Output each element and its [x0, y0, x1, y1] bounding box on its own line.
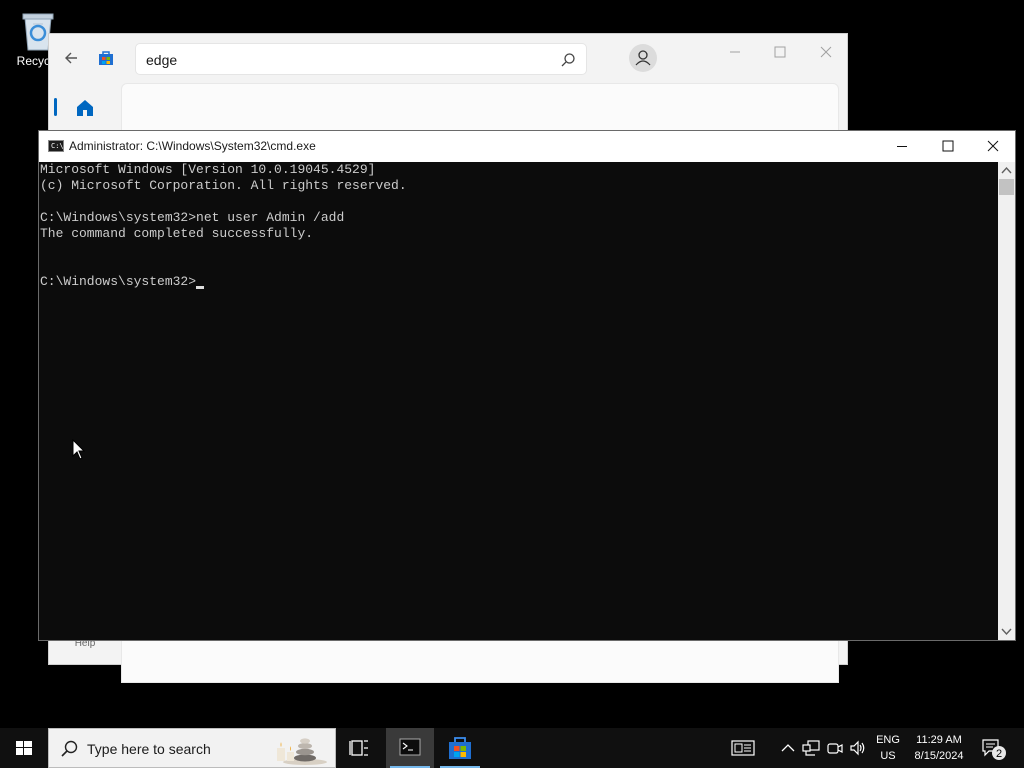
- store-minimize-button[interactable]: [725, 42, 745, 62]
- scrollbar-thumb[interactable]: [999, 179, 1014, 195]
- search-icon: [59, 739, 79, 759]
- scroll-down-arrow-icon[interactable]: [998, 623, 1015, 640]
- taskbar-cmd-button[interactable]: [386, 728, 434, 768]
- clock-date: 8/15/2024: [914, 750, 964, 762]
- cmd-scrollbar[interactable]: [998, 162, 1015, 640]
- news-widget-icon[interactable]: [731, 738, 755, 758]
- taskbar-store-button[interactable]: [436, 728, 484, 768]
- console-prompt-line[interactable]: C:\Windows\system32>: [40, 274, 999, 290]
- language-label: ENG: [876, 734, 900, 746]
- search-highlight-image: [261, 732, 331, 766]
- store-search-input[interactable]: [146, 50, 546, 70]
- mouse-pointer-icon: [72, 438, 86, 461]
- console-line: Microsoft Windows [Version 10.0.19045.45…: [40, 162, 376, 177]
- console-line: (c) Microsoft Corporation. All rights re…: [40, 178, 407, 193]
- clock-time: 11:29 AM: [916, 734, 962, 746]
- action-center-button[interactable]: 2: [978, 736, 1010, 762]
- store-close-button[interactable]: [816, 42, 836, 62]
- console-line: C:\Windows\system32>net user Admin /add: [40, 210, 345, 225]
- back-arrow-icon[interactable]: [61, 48, 81, 68]
- task-view-button[interactable]: [336, 728, 384, 768]
- cmd-window-title: Administrator: C:\Windows\System32\cmd.e…: [69, 139, 316, 153]
- notification-count-badge: 2: [995, 748, 1003, 760]
- taskbar-search-placeholder: Type here to search: [87, 741, 211, 757]
- text-cursor: [196, 286, 205, 289]
- taskbar-clock[interactable]: 11:29 AM 8/15/2024: [906, 732, 972, 764]
- cmd-app-icon: C:\: [48, 140, 64, 152]
- cmd-minimize-button[interactable]: [879, 131, 925, 162]
- home-icon: [75, 98, 95, 123]
- console-prompt: C:\Windows\system32>: [40, 274, 197, 289]
- search-icon[interactable]: [560, 52, 576, 68]
- taskbar-search-box[interactable]: Type here to search: [48, 728, 336, 768]
- start-button[interactable]: [0, 728, 48, 768]
- meet-now-icon[interactable]: [825, 738, 845, 758]
- network-icon[interactable]: [801, 738, 821, 758]
- console-line: The command completed successfully.: [40, 226, 314, 241]
- cmd-maximize-button[interactable]: [925, 131, 971, 162]
- cmd-close-button[interactable]: [970, 131, 1016, 162]
- store-search-box[interactable]: [135, 43, 587, 75]
- cmd-titlebar[interactable]: C:\ Administrator: C:\Windows\System32\c…: [39, 131, 1015, 162]
- cmd-console-output[interactable]: Microsoft Windows [Version 10.0.19045.45…: [39, 162, 999, 640]
- volume-icon[interactable]: [848, 738, 868, 758]
- chevron-up-icon[interactable]: [778, 738, 798, 758]
- selection-indicator: [54, 98, 57, 116]
- store-logo-icon: [97, 49, 115, 67]
- scroll-up-arrow-icon[interactable]: [998, 162, 1015, 179]
- account-avatar[interactable]: [629, 44, 657, 72]
- keyboard-layout-label: US: [880, 750, 896, 762]
- store-maximize-button[interactable]: [770, 42, 790, 62]
- sidebar-item-home[interactable]: [51, 82, 117, 132]
- input-language-indicator[interactable]: ENG US: [870, 732, 906, 764]
- taskbar: Type here to search ENG US 11:29 AM 8/15…: [0, 728, 1024, 768]
- cmd-window[interactable]: C:\ Administrator: C:\Windows\System32\c…: [38, 130, 1016, 641]
